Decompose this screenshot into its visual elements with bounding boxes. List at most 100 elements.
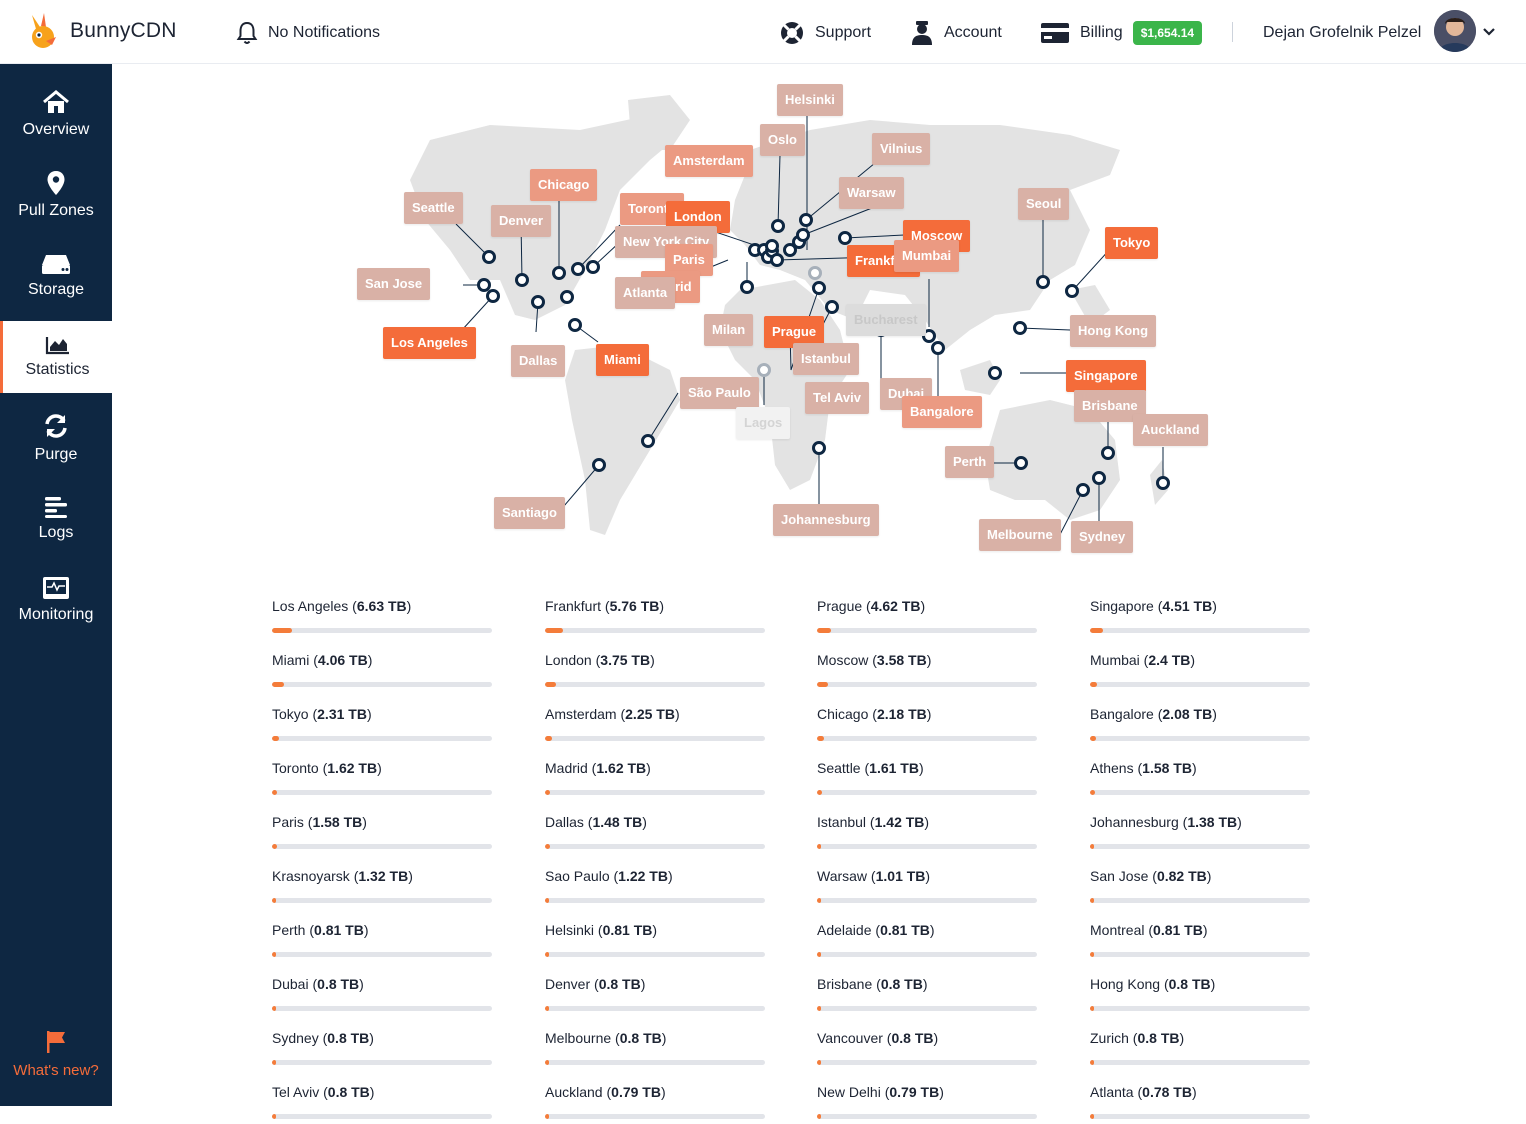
map-label[interactable]: Santiago [494,497,565,529]
server-marker[interactable] [771,219,785,233]
map-label[interactable]: Dallas [511,345,566,377]
server-marker[interactable] [571,262,585,276]
sidebar-item-storage[interactable]: Storage [0,240,112,312]
stat-item: Zurich (0.8 TB) [1090,1030,1310,1070]
server-marker[interactable] [1092,471,1106,485]
server-marker[interactable] [1014,456,1028,470]
server-marker[interactable] [812,441,826,455]
map-label[interactable]: Bucharest [846,304,926,336]
sidebar-item-statistics[interactable]: Statistics [0,321,112,393]
map-label[interactable]: Perth [945,446,995,478]
map-label[interactable]: Hong Kong [1070,315,1157,347]
flag-icon [47,1031,65,1053]
stat-value: 0.8 TB [880,976,923,992]
map-label[interactable]: Helsinki [777,84,843,116]
balance-badge: $1,654.14 [1132,21,1203,45]
stat-value: 1.58 TB [312,814,363,830]
map-label[interactable]: Chicago [530,169,598,201]
sidebar-item-logs[interactable]: Logs [0,483,112,555]
map-label[interactable]: Miami [596,344,649,376]
map-label[interactable]: Denver [491,205,552,237]
sidebar-item-pull-zones[interactable]: Pull Zones [0,159,112,231]
whats-new-button[interactable]: What's new? [0,1030,112,1086]
support-button[interactable]: Support [779,18,871,48]
stat-progress-fill [817,898,821,903]
billing-button[interactable]: Billing $1,654.14 [1040,18,1203,48]
map-label[interactable]: Istanbul [793,343,859,375]
server-marker[interactable] [531,295,545,309]
account-button[interactable]: Account [910,18,1002,48]
server-marker[interactable] [838,231,852,245]
stat-progress-fill [817,1114,821,1119]
stat-item: Krasnoyarsk (1.32 TB) [272,868,492,908]
stat-progress-bar [272,790,492,795]
stat-city: Moscow [817,652,869,668]
server-marker[interactable] [477,278,491,292]
server-marker[interactable] [486,289,500,303]
server-marker[interactable] [515,273,529,287]
stat-progress-fill [1090,844,1095,849]
server-marker[interactable] [825,300,839,314]
map-label[interactable]: Seoul [1018,188,1070,220]
map-label[interactable]: Melbourne [979,519,1061,551]
map-label[interactable]: Singapore [1066,360,1146,392]
server-marker[interactable] [799,213,813,227]
sidebar-item-overview[interactable]: Overview [0,78,112,150]
server-marker[interactable] [931,341,945,355]
map-label[interactable]: Tel Aviv [805,382,869,414]
stat-value: 0.82 TB [1156,868,1207,884]
map-label[interactable]: Vilnius [872,133,931,165]
map-label[interactable]: Atlanta [615,277,676,309]
map-label[interactable]: Auckland [1133,414,1208,446]
notifications-button[interactable]: No Notifications [236,18,380,48]
server-marker[interactable] [1101,446,1115,460]
map-label[interactable]: Amsterdam [665,145,753,177]
server-marker[interactable] [1036,275,1050,289]
server-marker[interactable] [740,280,754,294]
map-label[interactable]: Mumbai [894,240,960,272]
server-marker[interactable] [641,434,655,448]
server-marker[interactable] [1156,476,1170,490]
user-menu[interactable]: Dejan Grofelnik Pelzel [1263,18,1421,48]
stat-value: 0.8 TB [1168,976,1211,992]
chevron-down-icon[interactable] [1482,27,1496,37]
map-label[interactable]: San Jose [357,268,431,300]
map-label[interactable]: Milan [704,314,754,346]
stat-city: Istanbul [817,814,867,830]
server-marker[interactable] [552,266,566,280]
server-marker[interactable] [770,253,784,267]
logo[interactable]: BunnyCDN [24,8,177,54]
server-marker[interactable] [1076,483,1090,497]
server-marker[interactable] [586,260,600,274]
server-marker[interactable] [560,290,574,304]
map-label[interactable]: São Paulo [680,377,759,409]
server-marker[interactable] [482,250,496,264]
server-marker[interactable] [1065,284,1079,298]
sidebar-item-purge[interactable]: Purge [0,402,112,474]
server-marker[interactable] [1013,321,1027,335]
map-label[interactable]: Oslo [760,124,805,156]
map-label[interactable]: Los Angeles [383,327,476,359]
server-marker[interactable] [765,239,779,253]
map-label[interactable]: Sydney [1071,521,1134,553]
map-label[interactable]: Bangalore [902,396,982,428]
stat-city: Bangalore [1090,706,1154,722]
server-marker-inactive[interactable] [757,363,771,377]
server-marker[interactable] [812,281,826,295]
map-label[interactable]: Warsaw [839,177,904,209]
server-marker[interactable] [568,318,582,332]
server-marker[interactable] [796,228,810,242]
map-label[interactable]: Tokyo [1105,227,1159,259]
server-marker[interactable] [988,366,1002,380]
map-label[interactable]: Johannesburg [773,504,879,536]
stat-progress-fill [545,1060,549,1065]
map-label[interactable]: Lagos [736,407,791,439]
map-label[interactable]: Seattle [404,192,463,224]
server-marker[interactable] [592,458,606,472]
stat-label: Sydney (0.8 TB) [272,1030,374,1046]
sidebar-item-monitoring[interactable]: Monitoring [0,564,112,636]
stat-progress-bar [817,736,1037,741]
stat-label: Hong Kong (0.8 TB) [1090,976,1216,992]
avatar[interactable] [1434,10,1476,52]
server-marker-inactive[interactable] [808,266,822,280]
